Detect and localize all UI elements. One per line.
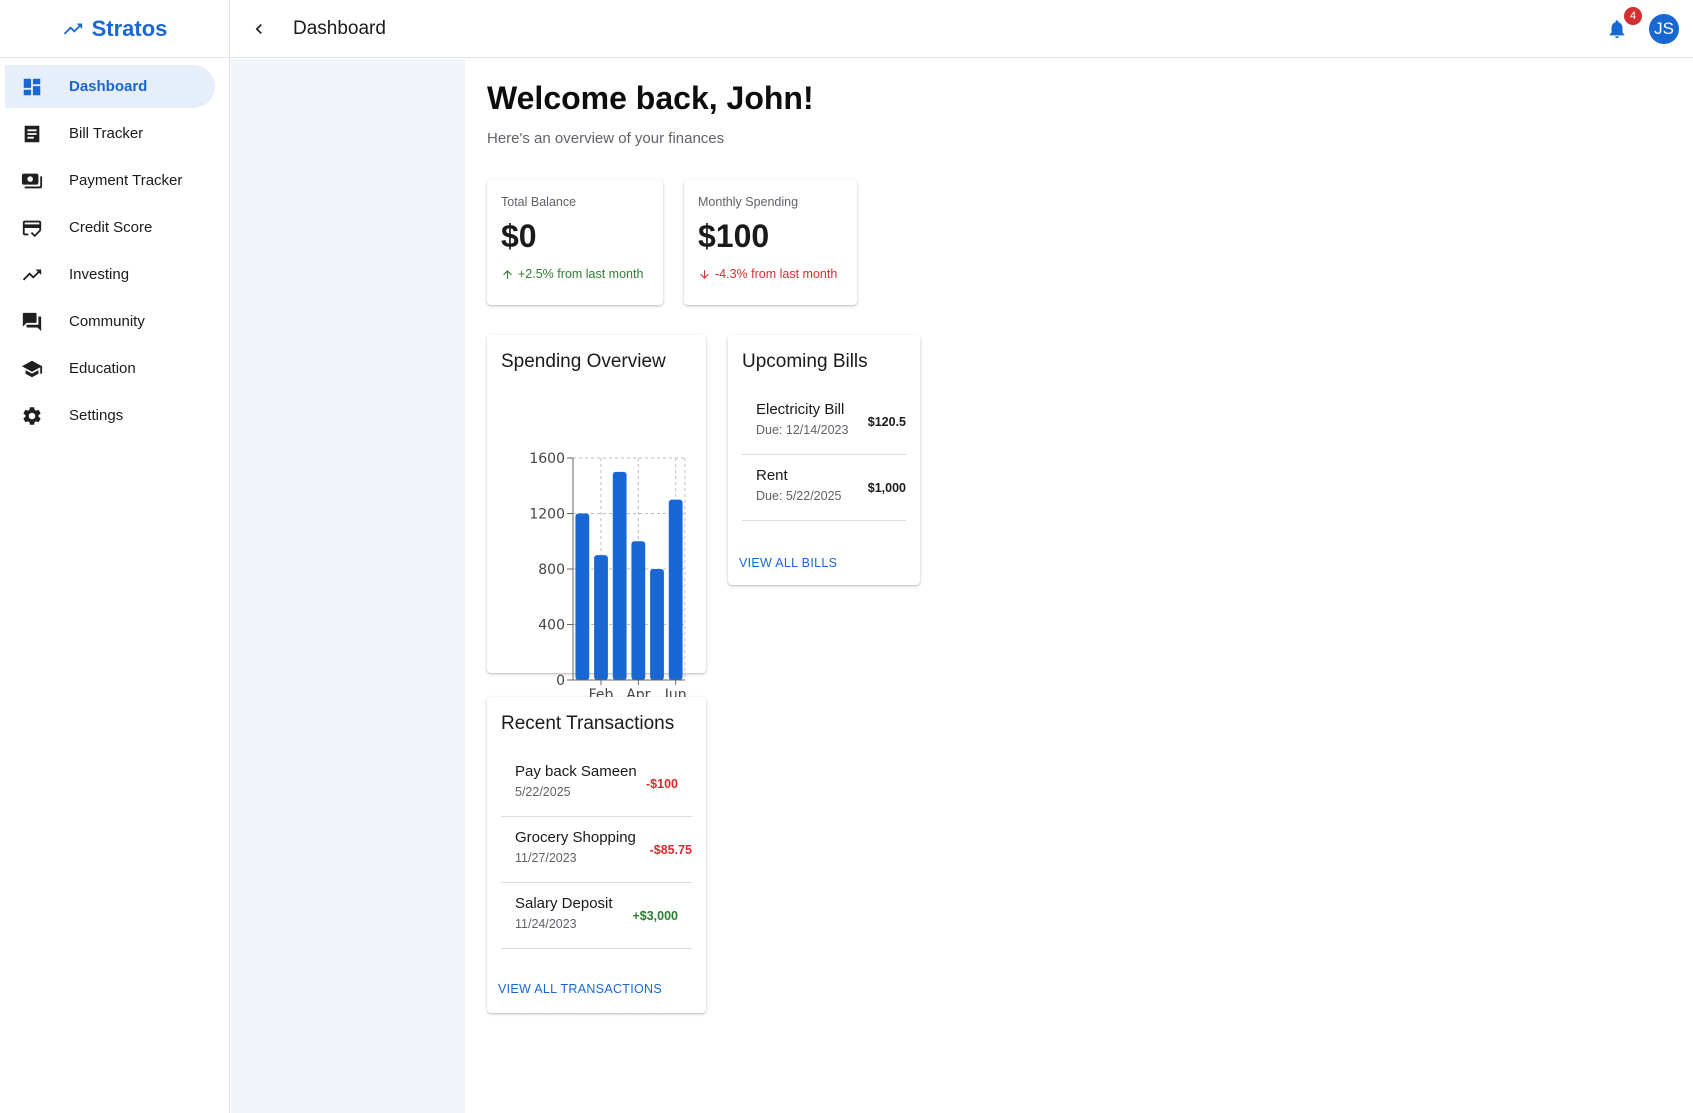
sidebar: Stratos Dashboard Bill Tracker Payment T… [0, 0, 230, 1113]
bell-icon [1609, 20, 1625, 39]
stat-value: $0 [501, 218, 537, 254]
transaction-date: 11/24/2023 [515, 917, 577, 931]
card-title: Recent Transactions [501, 713, 675, 734]
sidebar-item-education[interactable]: Education [5, 347, 215, 390]
bill-amount: $1,000 [867, 481, 906, 495]
sidebar-item-label: Settings [69, 407, 124, 424]
sidebar-item-dashboard[interactable]: Dashboard [5, 65, 215, 108]
sidebar-item-label: Payment Tracker [69, 172, 183, 189]
brand-logo[interactable]: Stratos [0, 0, 229, 58]
credit-score-icon [20, 216, 44, 240]
list-item[interactable]: Grocery Shopping 11/27/2023 -$85.75 [501, 817, 692, 883]
list-item[interactable]: Rent Due: 5/22/2025 $1,000 [742, 455, 906, 521]
chart-bar [594, 555, 608, 680]
transaction-name: Salary Deposit [515, 895, 613, 912]
chart-bar [650, 569, 664, 680]
gear-icon [20, 404, 44, 428]
bill-name: Rent [756, 467, 788, 484]
chart-bar [575, 513, 590, 680]
chart-y-tick-label: 800 [538, 562, 565, 578]
recent-transactions-card: Recent Transactions Pay back Sameen 5/22… [487, 697, 706, 1013]
chart-y-tick-label: 1600 [529, 451, 565, 467]
sidebar-nav: Dashboard Bill Tracker Payment Tracker C… [0, 58, 229, 437]
forum-icon [20, 310, 44, 334]
stat-change: +2.5% from last month [501, 267, 643, 281]
sidebar-item-community[interactable]: Community [5, 300, 215, 343]
list-item[interactable]: Electricity Bill Due: 12/14/2023 $120.5 [742, 389, 906, 455]
main-content: Welcome back, John! Here's an overview o… [465, 59, 1693, 1113]
dashboard-icon [20, 75, 44, 99]
spending-bar-chart: 040080012001600Feb Apr Jun [529, 451, 686, 703]
welcome-subtitle: Here's an overview of your finances [487, 130, 725, 147]
transaction-name: Grocery Shopping [515, 829, 636, 846]
sidebar-item-credit-score[interactable]: Credit Score [5, 206, 215, 249]
arrow-up-icon [503, 269, 512, 279]
transaction-amount: +$3,000 [632, 909, 678, 923]
sidebar-item-label: Dashboard [69, 78, 148, 95]
sidebar-item-settings[interactable]: Settings [5, 394, 215, 437]
arrow-down-icon [700, 269, 709, 279]
stat-label: Total Balance [501, 195, 577, 209]
chart-y-tick-label: 0 [556, 673, 565, 689]
receipt-icon [20, 122, 44, 146]
sidebar-item-payment-tracker[interactable]: Payment Tracker [5, 159, 215, 202]
upcoming-bills-card: Upcoming Bills Electricity Bill Due: 12/… [728, 335, 920, 585]
welcome-heading: Welcome back, John! [487, 80, 814, 116]
notification-badge: 4 [1624, 7, 1642, 25]
top-bar: Dashboard 4 JS [231, 0, 1693, 58]
chart-bar [631, 541, 646, 680]
notifications-button[interactable]: 4 [1603, 7, 1642, 43]
trending-up-icon [63, 23, 82, 34]
sidebar-item-bill-tracker[interactable]: Bill Tracker [5, 112, 215, 155]
view-all-transactions-link[interactable]: VIEW ALL TRANSACTIONS [498, 982, 662, 996]
collapse-sidebar-button[interactable] [241, 11, 277, 47]
transaction-date: 5/22/2025 [515, 785, 571, 799]
content-gutter [231, 59, 465, 1113]
bill-due-date: Due: 12/14/2023 [756, 423, 849, 437]
stat-change-text: +2.5% from last month [518, 267, 644, 281]
list-item[interactable]: Salary Deposit 11/24/2023 +$3,000 [501, 883, 692, 949]
stat-value: $100 [698, 218, 770, 254]
list-item[interactable]: Pay back Sameen 5/22/2025 -$100 [501, 751, 692, 817]
stat-change: -4.3% from last month [698, 267, 837, 281]
header-actions: 4 JS [1603, 0, 1679, 58]
sidebar-item-investing[interactable]: Investing [5, 253, 215, 296]
transaction-date: 11/27/2023 [515, 851, 577, 865]
payments-icon [20, 169, 44, 193]
stat-card-total-balance: Total Balance $0 +2.5% from last month [487, 180, 663, 305]
spending-overview-card: Spending Overview 0 400 800 1200 1600 Feb Apr J… [487, 335, 706, 703]
chart-y-tick-label: 400 [538, 618, 565, 634]
sidebar-item-label: Community [69, 313, 145, 330]
bills-list: Electricity Bill Due: 12/14/2023 $120.5 … [742, 389, 906, 521]
transaction-amount: -$85.75 [649, 843, 692, 857]
stat-card-monthly-spending: Monthly Spending $100 -4.3% from last mo… [684, 180, 857, 305]
chart-bar [612, 471, 627, 680]
chart-bar [668, 499, 683, 680]
brand-name: Stratos [91, 15, 168, 41]
stat-change-text: -4.3% from last month [715, 267, 838, 281]
transaction-amount: -$100 [646, 777, 678, 791]
stat-label: Monthly Spending [698, 195, 799, 209]
transactions-list: Pay back Sameen 5/22/2025 -$100 Grocery … [501, 751, 692, 949]
chart-y-tick-label: 1200 [529, 507, 565, 523]
transaction-name: Pay back Sameen [515, 763, 637, 780]
sidebar-item-label: Investing [69, 266, 130, 283]
bill-amount: $120.5 [867, 415, 906, 429]
school-icon [20, 357, 44, 381]
avatar[interactable]: JS [1649, 14, 1679, 44]
chevron-left-icon [255, 23, 262, 34]
sidebar-item-label: Bill Tracker [69, 125, 144, 142]
sidebar-item-label: Education [69, 360, 136, 377]
sidebar-item-label: Credit Score [69, 219, 153, 236]
page-title: Dashboard [293, 17, 386, 39]
bill-name: Electricity Bill [756, 401, 845, 418]
card-title: Upcoming Bills [742, 351, 868, 372]
bill-due-date: Due: 5/22/2025 [756, 489, 842, 503]
trending-up-icon [20, 263, 44, 287]
view-all-bills-link[interactable]: VIEW ALL BILLS [739, 556, 837, 570]
